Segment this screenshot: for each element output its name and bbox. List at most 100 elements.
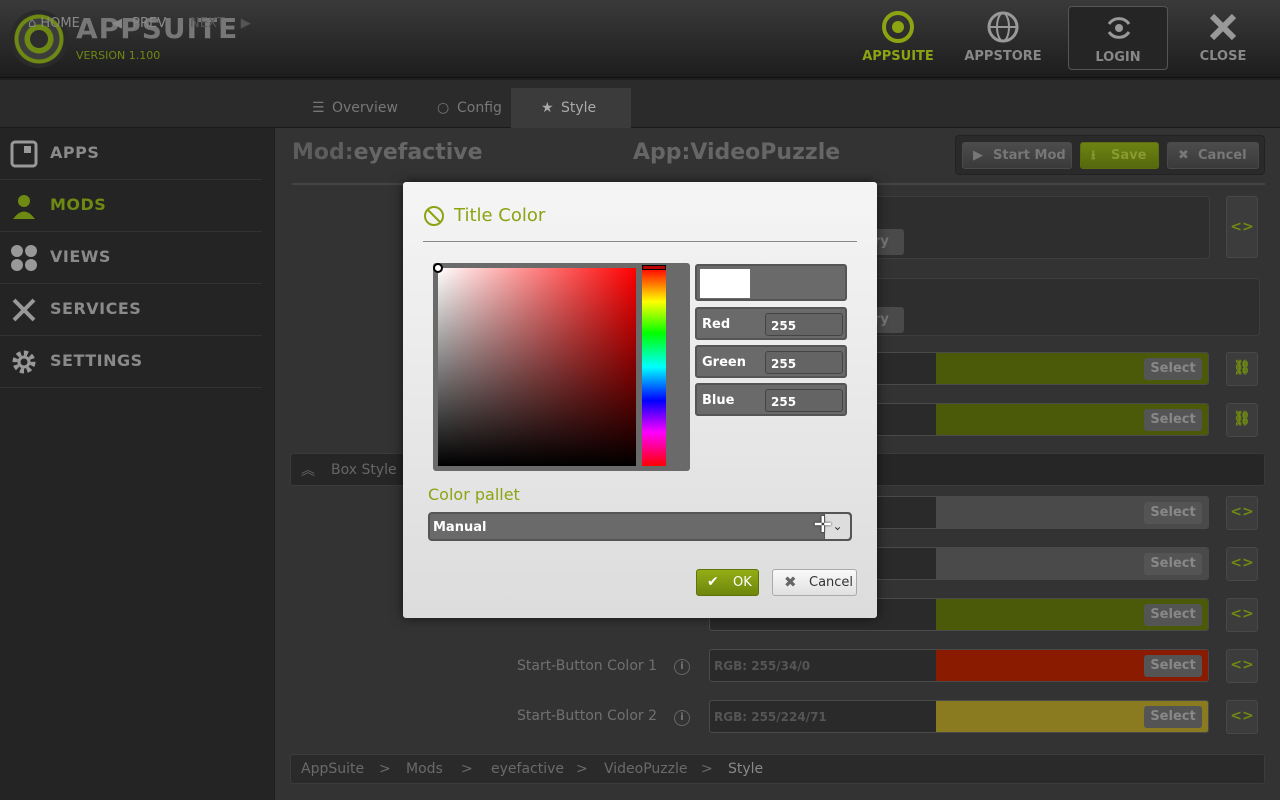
breadcrumb-mods[interactable]: Mods bbox=[406, 761, 443, 777]
link-toggle-4[interactable]: <> bbox=[1226, 547, 1258, 581]
app-value: VideoPuzzle bbox=[690, 140, 841, 165]
apps-icon bbox=[10, 140, 38, 168]
color-picker-dialog: Title Color Red 255 Green 255 Blue 255 C… bbox=[403, 182, 877, 618]
select-button[interactable]: Select bbox=[1144, 358, 1202, 380]
red-channel: Red 255 bbox=[695, 307, 847, 340]
color-pallet-select[interactable]: Manual ⌄ ✛ bbox=[428, 512, 852, 541]
link-toggle-start-1[interactable]: <> bbox=[1226, 649, 1258, 683]
image-setting-panel-1: ry bbox=[840, 196, 1210, 259]
info-icon[interactable]: i bbox=[674, 659, 690, 675]
select-button[interactable]: Select bbox=[1144, 553, 1202, 575]
image-setting-panel-2: ry bbox=[840, 278, 1260, 336]
hue-handle[interactable] bbox=[642, 265, 666, 270]
breadcrumb-eyefactive[interactable]: eyefactive bbox=[491, 761, 564, 777]
close-header-button[interactable]: CLOSE bbox=[1173, 6, 1273, 70]
collapse-chevron-icon: ︽ bbox=[301, 463, 315, 479]
sidebar-item-views[interactable]: VIEWS bbox=[0, 232, 262, 284]
start-mod-button[interactable]: ▶ Start Mod bbox=[962, 142, 1072, 169]
sidebar-item-settings[interactable]: SETTINGS bbox=[0, 336, 262, 388]
rgb-value: RGB: 255/224/71 bbox=[714, 710, 827, 724]
login-header-button[interactable]: LOGIN bbox=[1068, 6, 1168, 70]
red-input[interactable]: 255 bbox=[765, 313, 843, 336]
rgb-value: RGB: 255/34/0 bbox=[714, 659, 811, 673]
blue-label: Blue bbox=[702, 393, 735, 408]
color-preview bbox=[695, 264, 847, 301]
saturation-value-area[interactable] bbox=[438, 268, 636, 466]
select-button[interactable]: Select bbox=[1144, 604, 1202, 626]
breadcrumb-separator: > bbox=[461, 761, 473, 777]
cancel-mod-button[interactable]: ✖ Cancel bbox=[1167, 142, 1259, 169]
breadcrumb-style: Style bbox=[728, 761, 764, 777]
cancel-button[interactable]: ✖ Cancel bbox=[772, 569, 857, 596]
breadcrumb-videopuzzle[interactable]: VideoPuzzle bbox=[604, 761, 688, 777]
play-icon: ▶ bbox=[973, 148, 983, 163]
star-icon: ★ bbox=[541, 100, 554, 116]
ok-label: OK bbox=[733, 575, 752, 590]
link-toggle-dark[interactable]: ⛓ bbox=[1226, 403, 1258, 437]
green-input[interactable]: 255 bbox=[765, 351, 843, 374]
sidebar-item-services[interactable]: SERVICES bbox=[0, 284, 262, 336]
tab-config[interactable]: ○ Config bbox=[415, 88, 515, 128]
tools-icon bbox=[12, 298, 36, 322]
prev-link[interactable]: ◀ PREV bbox=[112, 14, 166, 34]
sidebar-item-label: VIEWS bbox=[50, 247, 111, 266]
blue-input[interactable]: 255 bbox=[765, 389, 843, 412]
appstore-label: APPSTORE bbox=[964, 49, 1042, 64]
hue-slider[interactable] bbox=[642, 268, 666, 466]
login-label: LOGIN bbox=[1095, 50, 1141, 65]
gear-icon bbox=[12, 350, 36, 374]
check-icon: ✔ bbox=[707, 574, 719, 590]
sidebar-item-apps[interactable]: APPS bbox=[0, 128, 262, 180]
green-label: Green bbox=[702, 355, 746, 370]
appsuite-icon bbox=[882, 11, 914, 43]
login-icon bbox=[1107, 17, 1131, 39]
appsuite-label: APPSUITE bbox=[862, 49, 934, 64]
link-icon: <> bbox=[1230, 504, 1254, 520]
breadcrumb-separator: > bbox=[379, 761, 391, 777]
home-link[interactable]: ⌂ HOME bbox=[28, 14, 80, 34]
tab-style[interactable]: ★ Style bbox=[511, 88, 631, 128]
breadcrumb-separator: > bbox=[701, 761, 713, 777]
link-toggle-5[interactable]: <> bbox=[1226, 598, 1258, 632]
breadcrumb-appsuite[interactable]: AppSuite bbox=[301, 761, 364, 777]
sidebar-item-mods[interactable]: MODS bbox=[0, 180, 262, 232]
dialog-divider bbox=[423, 241, 857, 242]
info-icon[interactable]: i bbox=[674, 710, 690, 726]
ok-button[interactable]: ✔ OK bbox=[696, 569, 759, 596]
next-link[interactable]: NEXT ▶ bbox=[190, 14, 251, 34]
link-toggle-light[interactable]: ⛓ bbox=[1226, 352, 1258, 386]
download-icon: ⭳ bbox=[1091, 148, 1096, 163]
mod-title: Mod:eyefactive bbox=[292, 140, 483, 165]
select-button[interactable]: Select bbox=[1144, 706, 1202, 728]
save-button[interactable]: ⭳ Save bbox=[1080, 142, 1159, 169]
prev-label: PREV bbox=[132, 16, 167, 31]
select-button[interactable]: Select bbox=[1144, 409, 1202, 431]
appsuite-header-button[interactable]: APPSUITE bbox=[848, 6, 948, 70]
preview-swatch bbox=[700, 269, 750, 298]
select-button[interactable]: Select bbox=[1144, 502, 1202, 524]
color-pallet-value: Manual bbox=[433, 520, 487, 535]
row-label-start-color-1: Start-Button Color 1 bbox=[516, 658, 657, 674]
breadcrumb-separator: > bbox=[576, 761, 588, 777]
link-toggle-3[interactable]: <> bbox=[1226, 496, 1258, 530]
cancel-label: Cancel bbox=[809, 575, 854, 590]
link-icon: <> bbox=[1230, 219, 1254, 235]
app-key: App: bbox=[633, 140, 691, 165]
appstore-header-button[interactable]: APPSTORE bbox=[953, 6, 1053, 70]
no-color-icon bbox=[424, 206, 444, 226]
color-field-start-1: RGB: 255/34/0 Select bbox=[709, 649, 1209, 682]
views-icon bbox=[11, 245, 37, 271]
close-icon bbox=[1209, 13, 1237, 41]
color-picker bbox=[433, 263, 690, 471]
section-title: Box Style bbox=[331, 462, 397, 478]
globe-icon bbox=[987, 11, 1019, 43]
next-label: NEXT bbox=[190, 16, 225, 31]
link-toggle-start-2[interactable]: <> bbox=[1226, 700, 1258, 734]
saturation-handle[interactable] bbox=[433, 263, 443, 273]
select-button[interactable]: Select bbox=[1144, 655, 1202, 677]
action-toolbar: ▶ Start Mod ⭳ Save ✖ Cancel bbox=[955, 135, 1265, 175]
home-icon: ⌂ bbox=[28, 16, 37, 31]
link-toggle-1[interactable]: <> bbox=[1226, 196, 1258, 258]
tab-overview[interactable]: ☰ Overview bbox=[290, 88, 420, 128]
user-icon bbox=[13, 195, 35, 219]
